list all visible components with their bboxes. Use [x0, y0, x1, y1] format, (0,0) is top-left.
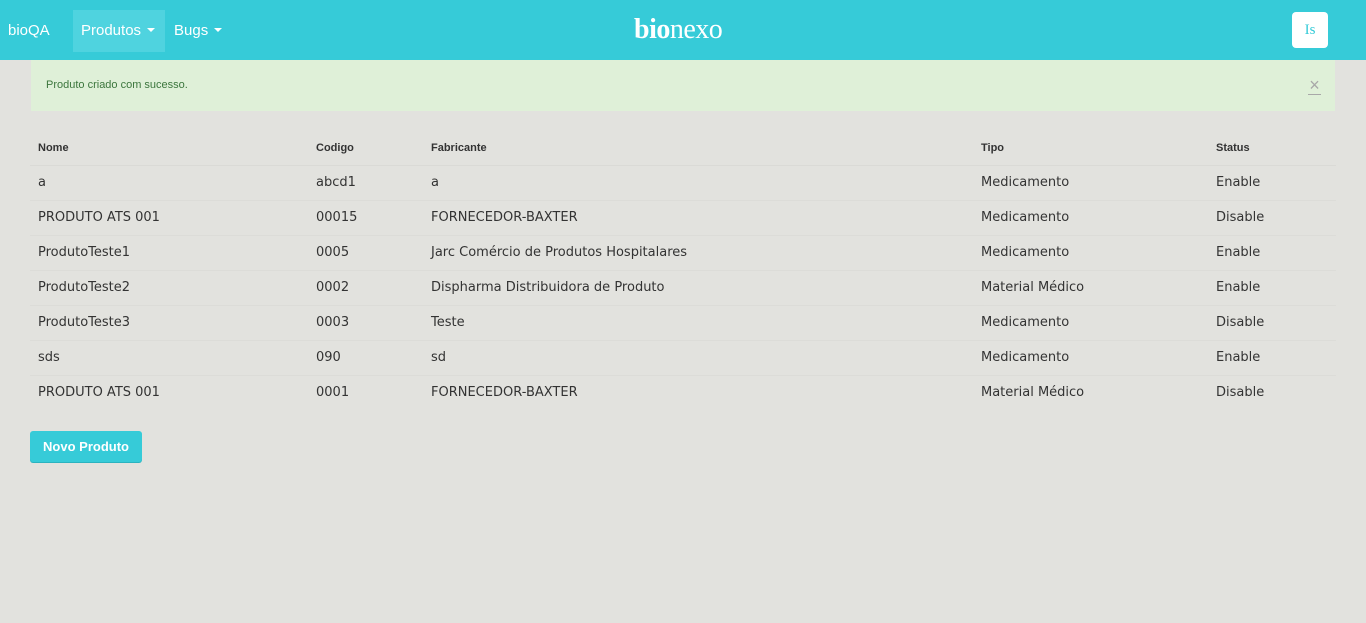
cell-status: Disable [1208, 374, 1336, 410]
nav-menu-bugs-label: Bugs [174, 22, 209, 39]
table-row[interactable]: a abcd1 a Medicamento Enable [30, 165, 1336, 200]
table-row[interactable]: PRODUTO ATS 001 00015 FORNECEDOR-BAXTER … [30, 199, 1336, 235]
top-navbar: bioQA Produtos Bugs bionexo Is [0, 0, 1366, 60]
column-header-fabricante[interactable]: Fabricante [423, 132, 973, 166]
products-table: Nome Codigo Fabricante Tipo Status a abc… [30, 132, 1336, 410]
chevron-down-icon [147, 28, 156, 33]
table-row[interactable]: ProdutoTeste1 0005 Jarc Comércio de Prod… [30, 234, 1336, 270]
chevron-down-icon [214, 28, 223, 33]
cell-fabricante: Jarc Comércio de Produtos Hospitalares [423, 234, 973, 270]
cell-nome: ProdutoTeste3 [30, 304, 308, 340]
table-row[interactable]: ProdutoTeste3 0003 Teste Medicamento Dis… [30, 304, 1336, 340]
cell-codigo: 090 [308, 339, 423, 375]
user-avatar-button[interactable]: Is [1292, 12, 1328, 48]
close-icon[interactable]: × [1308, 76, 1321, 95]
nav-menu-produtos-label: Produtos [81, 22, 142, 39]
column-header-nome[interactable]: Nome [30, 132, 308, 166]
cell-fabricante: FORNECEDOR-BAXTER [423, 374, 973, 410]
cell-tipo: Medicamento [973, 234, 1208, 270]
cell-status: Enable [1208, 269, 1336, 305]
cell-codigo: 0005 [308, 234, 423, 270]
nav-menu-produtos[interactable]: Produtos [73, 10, 165, 52]
cell-nome: ProdutoTeste1 [30, 234, 308, 270]
brand-link[interactable]: bioQA [8, 0, 50, 60]
cell-tipo: Material Médico [973, 374, 1208, 410]
cell-status: Disable [1208, 199, 1336, 235]
cell-status: Disable [1208, 304, 1336, 340]
nav-menu-bugs[interactable]: Bugs [166, 10, 230, 52]
cell-fabricante: FORNECEDOR-BAXTER [423, 199, 973, 235]
cell-fabricante: a [431, 175, 439, 190]
table-row[interactable]: sds 090 sd Medicamento Enable [30, 339, 1336, 375]
cell-tipo: Medicamento [973, 199, 1208, 235]
cell-codigo: 0003 [308, 304, 423, 340]
column-header-tipo[interactable]: Tipo [973, 132, 1208, 166]
cell-nome: sds [30, 339, 308, 375]
cell-codigo: abcd1 [316, 175, 356, 190]
cell-fabricante: Teste [423, 304, 973, 340]
logo-bold-part: bio [634, 14, 670, 45]
cell-codigo: 0002 [308, 269, 423, 305]
cell-nome: PRODUTO ATS 001 [30, 199, 308, 235]
column-header-status[interactable]: Status [1208, 132, 1336, 166]
cell-nome: a [38, 175, 46, 190]
success-alert: Produto criado com sucesso. × [31, 60, 1335, 111]
cell-fabricante: sd [423, 339, 973, 375]
table-row[interactable]: ProdutoTeste2 0002 Dispharma Distribuido… [30, 269, 1336, 305]
alert-message: Produto criado com sucesso. [46, 79, 188, 91]
table-row[interactable]: PRODUTO ATS 001 0001 FORNECEDOR-BAXTER M… [30, 374, 1336, 410]
cell-nome: PRODUTO ATS 001 [30, 374, 308, 410]
column-header-codigo[interactable]: Codigo [308, 132, 423, 166]
cell-nome: ProdutoTeste2 [30, 269, 308, 305]
cell-status: Enable [1208, 339, 1336, 375]
logo-light-part: nexo [669, 14, 723, 45]
cell-status: Enable [1208, 234, 1336, 270]
cell-status: Enable [1216, 175, 1261, 190]
new-product-button[interactable]: Novo Produto [30, 431, 142, 462]
cell-codigo: 0001 [308, 374, 423, 410]
cell-tipo: Medicamento [981, 175, 1070, 190]
cell-tipo: Medicamento [973, 339, 1208, 375]
table-header-row: Nome Codigo Fabricante Tipo Status [30, 132, 1336, 166]
cell-tipo: Material Médico [973, 269, 1208, 305]
cell-tipo: Medicamento [973, 304, 1208, 340]
bionexo-logo: bionexo [634, 12, 723, 48]
cell-fabricante: Dispharma Distribuidora de Produto [423, 269, 973, 305]
cell-codigo: 00015 [308, 199, 423, 235]
